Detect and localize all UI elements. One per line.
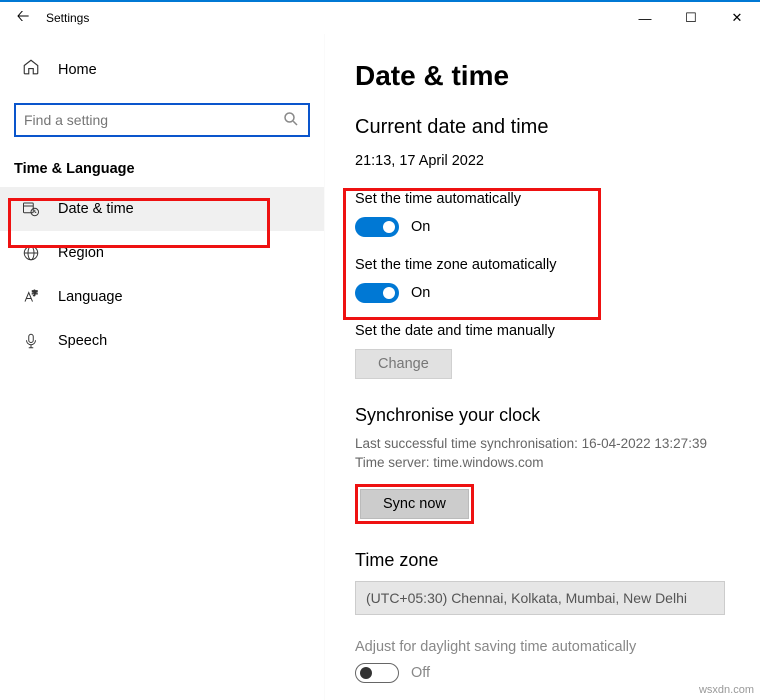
nav-region[interactable]: Region [0,231,324,275]
section-current-heading: Current date and time [355,116,730,139]
sync-last: Last successful time synchronisation: 16… [355,436,730,451]
globe-icon [22,244,42,262]
language-icon: 字 [22,288,42,306]
auto-time-label: Set the time automatically [355,191,730,207]
sync-heading: Synchronise your clock [355,405,730,426]
close-button[interactable]: ✕ [714,2,760,34]
auto-tz-state: On [411,285,430,301]
auto-time-toggle[interactable] [355,217,399,237]
title-bar: 🡠 Settings — ☐ ✕ [0,0,760,34]
minimize-button[interactable]: — [622,2,668,34]
change-button: Change [355,349,452,379]
microphone-icon [22,332,42,350]
timezone-select: (UTC+05:30) Chennai, Kolkata, Mumbai, Ne… [355,581,725,615]
sync-highlight: Sync now [355,484,474,524]
main-content: Date & time Current date and time 21:13,… [325,34,760,700]
nav-language[interactable]: 字 Language [0,275,324,319]
clock-calendar-icon [22,200,42,218]
search-box[interactable] [14,103,310,137]
nav-date-time[interactable]: Date & time [0,187,324,231]
nav-label: Language [58,289,123,305]
sync-now-button[interactable]: Sync now [360,489,469,519]
auto-tz-toggle[interactable] [355,283,399,303]
dst-toggle [355,663,399,683]
nav-label: Date & time [58,201,134,217]
manual-label: Set the date and time manually [355,323,730,339]
dst-state: Off [411,665,430,681]
category-heading: Time & Language [0,155,324,187]
home-nav[interactable]: Home [0,48,324,91]
current-datetime: 21:13, 17 April 2022 [355,153,730,169]
search-input[interactable] [24,112,282,128]
sidebar: Home Time & Language Date & time Region … [0,34,325,700]
home-icon [22,58,42,81]
nav-label: Speech [58,333,107,349]
page-heading: Date & time [355,60,730,92]
watermark: wsxdn.com [699,684,754,696]
tz-heading: Time zone [355,550,730,571]
home-label: Home [58,62,97,78]
window-controls: — ☐ ✕ [622,2,760,34]
nav-speech[interactable]: Speech [0,319,324,363]
back-button[interactable]: 🡠 [0,5,46,32]
sync-server: Time server: time.windows.com [355,455,730,470]
maximize-button[interactable]: ☐ [668,2,714,34]
auto-tz-label: Set the time zone automatically [355,257,730,273]
window-title: Settings [46,11,89,25]
search-icon [282,110,300,131]
auto-time-state: On [411,219,430,235]
dst-label: Adjust for daylight saving time automati… [355,639,730,655]
nav-label: Region [58,245,104,261]
svg-text:字: 字 [32,290,38,298]
